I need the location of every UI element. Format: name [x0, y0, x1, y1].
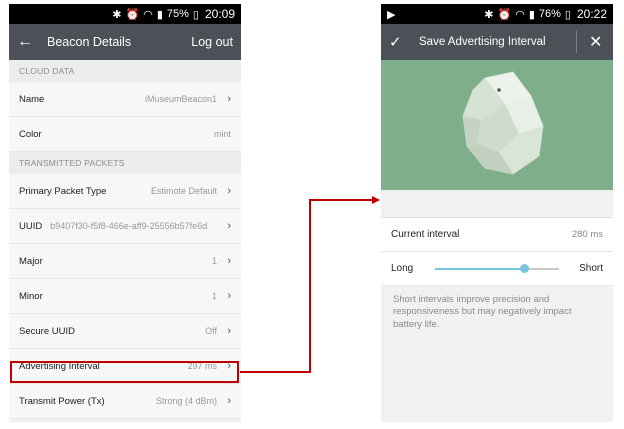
row-value: iMuseumBeacon1	[144, 94, 217, 104]
row-value: Strong (4 dBm)	[155, 396, 217, 406]
status-bar: ▶ ✱ ⏰ ◠ ▮ 76% ▯ 20:22	[381, 4, 613, 24]
interval-slider-row: Long Short	[381, 252, 613, 286]
slider-min-label: Long	[391, 263, 414, 274]
chevron-right-icon: ›	[227, 325, 231, 337]
chevron-right-icon: ›	[227, 395, 231, 407]
alarm-icon: ⏰	[497, 8, 512, 21]
signal-icon: ▮	[156, 8, 163, 21]
back-arrow-icon[interactable]: ←	[17, 33, 37, 51]
row-label: Transmit Power (Tx)	[19, 395, 105, 407]
alarm-icon: ⏰	[125, 8, 140, 21]
row-color: Color mint	[9, 117, 241, 152]
current-interval-label: Current interval	[391, 229, 460, 240]
row-transmit-power[interactable]: Transmit Power (Tx) Strong (4 dBm) ›	[9, 384, 241, 419]
row-label: Color	[19, 128, 42, 140]
status-bar: ✱ ⏰ ◠ ▮ 75% ▯ 20:09	[9, 4, 241, 24]
slider-fill	[435, 267, 525, 270]
current-interval-value: 280 ms	[571, 229, 603, 240]
row-label: Major	[19, 255, 43, 267]
signal-icon: ▮	[528, 8, 535, 21]
app-bar: ← Beacon Details Log out	[9, 24, 241, 60]
row-value: Off	[205, 326, 217, 336]
appbar-divider	[576, 31, 577, 53]
check-icon[interactable]: ✓	[389, 33, 411, 51]
row-primary-packet-type[interactable]: Primary Packet Type Estimote Default ›	[9, 174, 241, 209]
row-label: UUID	[19, 220, 43, 232]
chevron-right-icon: ›	[227, 220, 231, 232]
advertising-interval-highlight	[10, 361, 239, 383]
row-label: Secure UUID	[19, 325, 75, 337]
beacon-hero	[381, 60, 613, 190]
row-value: mint	[213, 129, 231, 139]
row-uuid[interactable]: UUID b9407f30-f5f8-466e-aff9-25556b57fe6…	[9, 209, 241, 244]
bluetooth-icon: ✱	[112, 8, 122, 21]
slider-thumb[interactable]	[520, 263, 530, 273]
status-time: 20:22	[576, 7, 607, 21]
logout-button[interactable]: Log out	[191, 35, 233, 49]
current-interval-row: Current interval 280 ms	[381, 218, 613, 252]
interval-slider[interactable]	[435, 263, 560, 273]
row-major[interactable]: Major 1 ›	[9, 244, 241, 279]
row-value: b9407f30-f5f8-466e-aff9-25556b57fe6d	[50, 221, 208, 231]
beacon-details-screen: ✱ ⏰ ◠ ▮ 75% ▯ 20:09 ← Beacon Details Log…	[9, 4, 241, 422]
battery-percent: 75%	[166, 8, 189, 20]
chevron-right-icon: ›	[227, 255, 231, 267]
row-label: Primary Packet Type	[19, 185, 107, 197]
row-value: Estimote Default	[150, 186, 217, 196]
chevron-right-icon: ›	[227, 185, 231, 197]
section-header-transmitted-packets: TRANSMITTED PACKETS	[9, 152, 241, 174]
chevron-right-icon: ›	[227, 290, 231, 302]
battery-percent: 76%	[538, 8, 561, 20]
battery-icon: ▯	[564, 8, 571, 21]
row-label: Name	[19, 93, 45, 105]
beacon-icon	[462, 71, 544, 175]
page-title: Beacon Details	[47, 35, 132, 49]
battery-icon: ▯	[192, 8, 199, 21]
row-secure-uuid[interactable]: Secure UUID Off ›	[9, 314, 241, 349]
close-icon[interactable]: ✕	[589, 32, 605, 52]
help-text: Short intervals improve precision and re…	[381, 286, 613, 340]
wifi-icon: ◠	[143, 8, 153, 21]
save-advertising-interval-screen: ▶ ✱ ⏰ ◠ ▮ 76% ▯ 20:22 ✓ Save Advertising…	[381, 4, 613, 422]
spacer	[381, 190, 613, 218]
chevron-right-icon: ›	[227, 93, 231, 105]
row-minor[interactable]: Minor 1 ›	[9, 279, 241, 314]
section-header-cloud-data: CLOUD DATA	[9, 60, 241, 82]
status-icons: ✱ ⏰ ◠ ▮ 75% ▯	[112, 8, 199, 21]
status-time: 20:09	[204, 7, 235, 21]
status-icons: ✱ ⏰ ◠ ▮ 76% ▯	[484, 8, 571, 21]
slider-max-label: Short	[579, 263, 603, 274]
row-label: Minor	[19, 290, 43, 302]
page-title: Save Advertising Interval	[419, 36, 546, 48]
play-icon: ▶	[387, 8, 396, 21]
wifi-icon: ◠	[515, 8, 525, 21]
app-bar: ✓ Save Advertising Interval ✕	[381, 24, 613, 60]
bluetooth-icon: ✱	[484, 8, 494, 21]
row-name[interactable]: Name iMuseumBeacon1 ›	[9, 82, 241, 117]
